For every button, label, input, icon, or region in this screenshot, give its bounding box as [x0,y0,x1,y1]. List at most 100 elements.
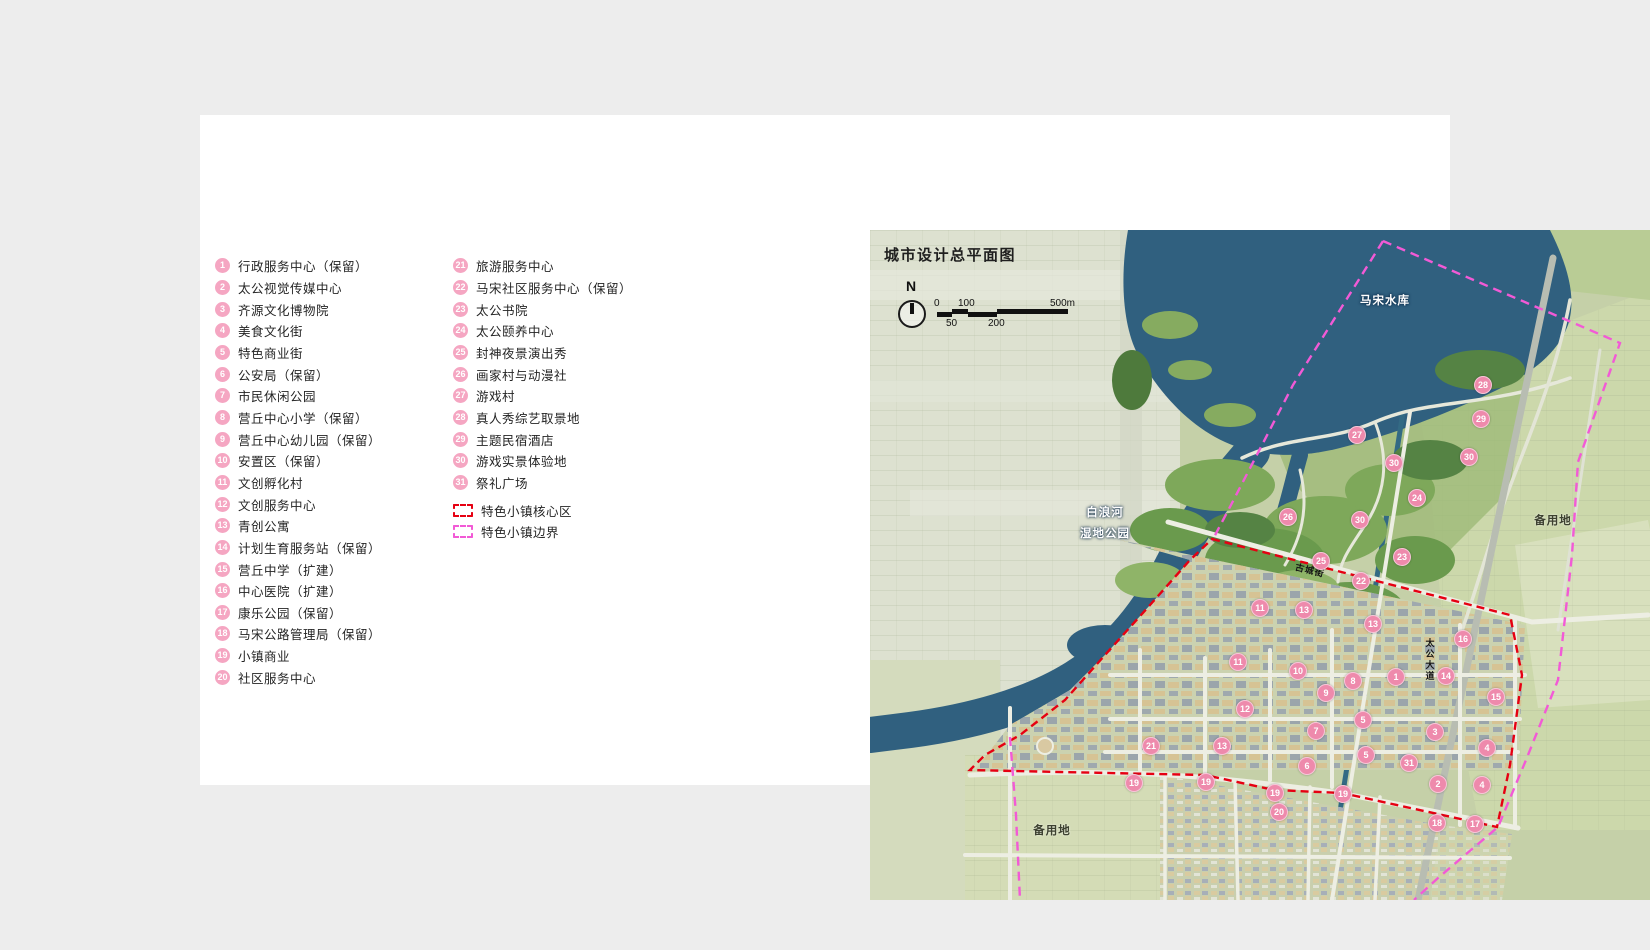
scale-200: 200 [988,318,1005,329]
legend-number-badge: 3 [215,302,230,317]
legend-item-4: 4美食文化街 [215,320,450,342]
map-title: 城市设计总平面图 [884,244,1016,265]
map-marker-24: 24 [1408,489,1426,507]
legend-number-badge: 15 [215,562,230,577]
legend-number-badge: 17 [215,605,230,620]
legend-item-label: 营丘中学（扩建） [238,560,342,579]
map-marker-27: 27 [1348,426,1366,444]
legend-item-5: 5特色商业街 [215,342,450,364]
legend-number-badge: 24 [453,323,468,338]
map-overlay: 城市设计总平面图 N 0 100 500m 50 200 马宋水库 白浪河 湿地… [870,230,1650,900]
map-marker-19: 19 [1334,785,1352,803]
legend-item-label: 中心医院（扩建） [238,581,342,600]
legend-item-2: 2 太公视觉传媒中心 [215,277,450,299]
north-label: N [906,278,916,294]
map-marker-30: 30 [1351,511,1369,529]
legend-item-7: 7市民休闲公园 [215,385,450,407]
legend-item-label: 太公视觉传媒中心 [238,278,342,297]
legend-item-label: 文创孵化村 [238,473,303,492]
legend-item-label: 游戏实景体验地 [476,451,567,470]
legend-item-31: 31 祭礼广场 [453,472,688,494]
legend-number-badge: 26 [453,367,468,382]
label-wetland-1: 白浪河 [1086,504,1124,520]
legend-number-badge: 16 [215,583,230,598]
legend-item-label: 安置区（保留） [238,451,329,470]
map-marker-29: 29 [1472,410,1490,428]
legend-item-label: 青创公寓 [238,516,290,535]
legend-item-20: 20 社区服务中心 [215,666,450,688]
legend-boundary-core: 特色小镇核心区 [453,499,688,521]
map-marker-22: 22 [1352,572,1370,590]
legend-item-label: 太公书院 [476,300,528,319]
map-marker-16: 16 [1454,630,1472,648]
legend-item-15: 15 营丘中学（扩建） [215,558,450,580]
map-marker-11: 11 [1229,653,1247,671]
label-reserved-left: 备用地 [1033,822,1071,838]
legend-column-1: 1 行政服务中心（保留） 2 太公视觉传媒中心3齐源文化博物院4美食文化街5特色商业街… [215,255,450,688]
edge-boundary-swatch-icon [453,525,473,538]
map-marker-20: 20 [1270,803,1288,821]
legend-boundary-label: 特色小镇边界 [481,522,559,541]
scale-50: 50 [946,318,957,329]
map-marker-4: 4 [1478,739,1496,757]
legend-number-badge: 30 [453,453,468,468]
legend-number-badge: 20 [215,670,230,685]
map-marker-1: 1 [1387,668,1405,686]
legend-column-2: 21旅游服务中心22马宋社区服务中心（保留）23太公书院24太公颐养中心25封神… [453,255,688,543]
legend-item-12: 12文创服务中心 [215,493,450,515]
legend-item-label: 小镇商业 [238,646,290,665]
legend-item-3: 3齐源文化博物院 [215,298,450,320]
legend-item-label: 太公颐养中心 [476,321,554,340]
legend-item-10: 10安置区（保留） [215,450,450,472]
legend-item-label: 祭礼广场 [476,473,528,492]
legend-item-label: 真人秀综艺取景地 [476,408,580,427]
map-marker-26: 26 [1279,508,1297,526]
legend-item-27: 27游戏村 [453,385,688,407]
legend-item-label: 社区服务中心 [238,668,316,687]
legend-number-badge: 21 [453,258,468,273]
legend-item-label: 画家村与动漫社 [476,365,567,384]
legend-item-30: 30 游戏实景体验地 [453,450,688,472]
legend-item-16: 16 中心医院（扩建） [215,580,450,602]
screenshot-canvas: { "legend": { "columns": [ { "items": [ … [0,0,1650,950]
label-reserved-right: 备用地 [1534,512,1572,528]
plan-sheet: 1 行政服务中心（保留） 2 太公视觉传媒中心3齐源文化博物院4美食文化街5特色商业街… [200,115,1450,785]
legend-item-label: 主题民宿酒店 [476,430,554,449]
legend-item-1: 1 行政服务中心（保留） [215,255,450,277]
scale-0: 0 [934,298,940,309]
map-marker-19: 19 [1125,774,1143,792]
legend-item-11: 11文创孵化村 [215,472,450,494]
label-reservoir: 马宋水库 [1360,292,1410,308]
legend-item-label: 游戏村 [476,386,515,405]
legend-number-badge: 31 [453,475,468,490]
legend-number-badge: 1 [215,258,230,273]
legend-number-badge: 22 [453,280,468,295]
map-marker-30: 30 [1460,448,1478,466]
legend-item-8: 8营丘中心小学（保留） [215,407,450,429]
map-marker-19: 19 [1266,784,1284,802]
legend-item-label: 营丘中心小学（保留） [238,408,368,427]
scale-bar: 0 100 500m 50 200 [928,290,1088,334]
legend-item-14: 14计划生育服务站（保留） [215,537,450,559]
legend-number-badge: 19 [215,648,230,663]
legend-number-badge: 2 [215,280,230,295]
map-marker-9: 9 [1317,684,1335,702]
master-plan-map: 城市设计总平面图 N 0 100 500m 50 200 马宋水库 白浪河 湿地… [870,230,1650,900]
legend-item-26: 26 画家村与动漫社 [453,363,688,385]
label-wetland-2: 湿地公园 [1080,525,1130,541]
scale-500m: 500m [1050,298,1075,309]
map-marker-28: 28 [1474,376,1492,394]
legend-number-badge: 12 [215,497,230,512]
legend-item-25: 25封神夜景演出秀 [453,342,688,364]
legend-item-label: 行政服务中心（保留） [238,256,368,275]
legend-item-label: 旅游服务中心 [476,256,554,275]
north-arrow-icon [898,300,926,328]
legend-item-29: 29主题民宿酒店 [453,428,688,450]
legend-number-badge: 23 [453,302,468,317]
legend-item-6: 6公安局（保留） [215,363,450,385]
legend-item-18: 18马宋公路管理局（保留） [215,623,450,645]
map-marker-30: 30 [1385,454,1403,472]
map-marker-8: 8 [1344,672,1362,690]
legend-boundary-edge: 特色小镇边界 [453,521,688,543]
map-marker-11: 11 [1251,599,1269,617]
